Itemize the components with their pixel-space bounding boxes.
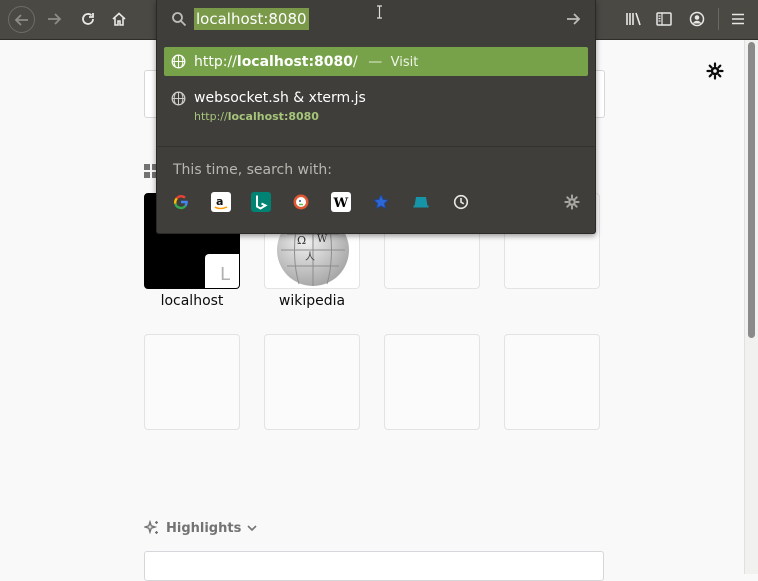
top-site-label-wikipedia: wikipedia xyxy=(278,293,346,309)
wikipedia-engine-button[interactable]: W xyxy=(331,192,351,212)
google-engine-button[interactable] xyxy=(171,192,191,212)
go-arrow-icon[interactable] xyxy=(566,11,582,27)
urlbar[interactable]: localhost:8080 xyxy=(157,0,595,40)
duckduckgo-icon xyxy=(293,194,309,210)
highlight-card[interactable] xyxy=(144,551,604,581)
result-url-suffix: / xyxy=(353,54,358,70)
result-title: websocket.sh & xterm.js xyxy=(194,90,366,106)
result-url-prefix: http:// xyxy=(194,54,237,70)
top-site-tile-empty xyxy=(384,334,480,430)
home-button[interactable] xyxy=(107,7,131,31)
urlbar-result-history[interactable]: websocket.sh & xterm.js http://localhost… xyxy=(164,84,588,128)
history-engine-button[interactable] xyxy=(451,192,471,212)
page-settings-button[interactable] xyxy=(704,60,726,82)
tabs-engine-button[interactable] xyxy=(411,192,431,212)
urlbar-dropdown-panel: localhost:8080 http://localhost:8080/ — … xyxy=(156,0,596,234)
text-cursor-icon xyxy=(376,4,383,19)
globe-icon xyxy=(171,54,186,69)
top-site-label-localhost: localhost xyxy=(160,293,224,309)
urlbar-result-visit[interactable]: http://localhost:8080/ — Visit xyxy=(164,47,588,76)
back-button[interactable] xyxy=(8,6,35,33)
toolbar-divider xyxy=(718,8,719,30)
svg-text:Ω: Ω xyxy=(297,234,306,247)
bing-engine-button[interactable] xyxy=(251,192,271,212)
globe-icon xyxy=(171,91,186,106)
svg-text:人: 人 xyxy=(305,251,315,263)
bing-icon xyxy=(256,195,268,210)
gear-icon xyxy=(564,194,580,210)
amazon-icon: a xyxy=(214,195,228,210)
amazon-engine-button[interactable]: a xyxy=(211,192,231,212)
home-icon xyxy=(112,12,126,26)
urlbar-input[interactable]: localhost:8080 xyxy=(194,8,309,30)
account-button[interactable] xyxy=(685,7,709,31)
menu-button[interactable] xyxy=(726,7,750,31)
panel-divider xyxy=(157,146,595,147)
library-button[interactable] xyxy=(622,7,646,31)
search-settings-button[interactable] xyxy=(562,192,582,212)
gear-icon xyxy=(706,62,724,80)
menu-icon xyxy=(732,13,744,25)
reload-icon xyxy=(82,13,94,25)
highlights-label: Highlights xyxy=(166,520,242,536)
chevron-down-icon xyxy=(247,525,257,532)
wikipedia-icon: W xyxy=(333,196,349,210)
highlights-sparkle-icon xyxy=(144,520,158,535)
localhost-favicon: L xyxy=(205,254,239,288)
page-scrollbar[interactable] xyxy=(744,40,758,574)
result-url: http://localhost:8080/ — Visit xyxy=(194,54,418,70)
arrow-right-icon xyxy=(48,13,62,25)
tabs-icon xyxy=(413,197,429,208)
sidebar-icon xyxy=(656,12,672,26)
google-icon xyxy=(174,195,188,210)
top-site-tile-empty xyxy=(264,334,360,430)
svg-text:W: W xyxy=(333,196,349,210)
result-url-host: localhost:8080 xyxy=(227,110,319,123)
result-url-prefix: http:// xyxy=(194,110,228,123)
svg-text:W: W xyxy=(317,234,328,245)
sidebar-button[interactable] xyxy=(652,7,676,31)
highlights-header[interactable]: Highlights xyxy=(144,519,257,537)
top-site-tile-empty xyxy=(504,334,600,430)
history-icon xyxy=(453,194,469,210)
duckduckgo-engine-button[interactable] xyxy=(291,192,311,212)
scrollbar-thumb[interactable] xyxy=(748,42,755,338)
library-icon xyxy=(626,12,641,26)
result-url-host: localhost:8080 xyxy=(236,54,354,70)
search-with-label: This time, search with: xyxy=(173,162,332,178)
search-icon xyxy=(172,12,187,27)
forward-button[interactable] xyxy=(42,7,66,31)
result-action: Visit xyxy=(390,55,419,70)
top-site-tile-empty xyxy=(144,334,240,430)
account-icon xyxy=(689,11,705,27)
svg-text:a: a xyxy=(216,195,223,208)
result-separator: — xyxy=(368,54,383,70)
bookmark-star-icon xyxy=(373,194,389,209)
arrow-left-icon xyxy=(14,13,28,26)
bookmarks-engine-button[interactable] xyxy=(371,192,391,212)
reload-button[interactable] xyxy=(76,7,100,31)
result-url: http://localhost:8080 xyxy=(194,110,319,123)
